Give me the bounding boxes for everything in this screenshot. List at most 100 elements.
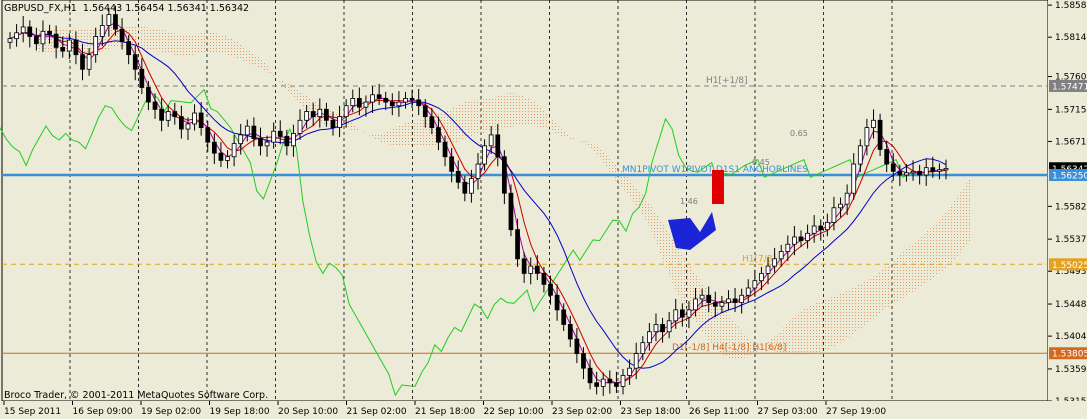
bear-candle [429, 116, 435, 128]
bull-candle [225, 156, 230, 161]
bear-candle [732, 298, 738, 303]
bear-candle [607, 378, 613, 384]
pattern-block-red [712, 170, 724, 204]
y-tick-label: 1.55820 [1055, 202, 1087, 212]
bull-candle [403, 98, 408, 103]
bull-candle [14, 32, 19, 40]
bear-candle [159, 108, 164, 121]
chart-title-bar: GBPUSD_FX,H1 1.56443 1.56454 1.56341 1.5… [4, 3, 249, 14]
bear-candle [73, 39, 79, 56]
y-tick-label: 1.58140 [1055, 33, 1087, 43]
bear-candle [706, 294, 712, 303]
bull-candle [857, 145, 863, 165]
bull-candle [772, 258, 777, 267]
bear-candle [172, 111, 178, 118]
bear-candle [581, 353, 586, 369]
bull-candle [185, 123, 191, 130]
bull-candle [831, 207, 837, 223]
y-tick-label: 1.53590 [1055, 365, 1087, 375]
bear-candle [416, 99, 422, 107]
bull-candle [871, 119, 876, 128]
bull-candle [653, 324, 659, 333]
bear-candle [502, 156, 507, 194]
bear-candle [80, 54, 85, 70]
bear-candle [554, 294, 560, 311]
bull-candle [778, 251, 784, 260]
level-price-label: 1.56250 [1052, 171, 1087, 181]
bear-candle [251, 125, 257, 139]
x-tick-label: 19 Sep 18:00 [210, 407, 270, 417]
bull-candle [752, 280, 758, 289]
x-tick-label: 27 Sep 03:00 [758, 407, 818, 417]
fib-label: 0.45 [752, 158, 770, 167]
chart-title: GBPUSD_FX,H1 [4, 3, 77, 14]
bear-candle [211, 141, 217, 154]
bull-candle [785, 243, 791, 252]
bear-candle [877, 119, 883, 150]
x-tick-label: 19 Sep 02:00 [141, 407, 201, 417]
x-tick-label: 21 Sep 18:00 [415, 407, 475, 417]
bull-candle [93, 36, 99, 56]
bear-candle [409, 98, 415, 101]
bear-candle [376, 94, 382, 99]
bear-candle [930, 167, 936, 172]
x-tick-label: 23 Sep 18:00 [621, 407, 681, 417]
bear-candle [152, 101, 158, 110]
bear-candle [126, 41, 132, 56]
bear-candle [660, 324, 665, 333]
bear-candle [534, 265, 540, 274]
bear-candle [356, 98, 362, 108]
bull-candle [66, 39, 72, 52]
bear-candle [34, 36, 39, 45]
bull-candle [838, 203, 843, 209]
bear-candle [60, 46, 66, 52]
bear-candle [917, 170, 922, 176]
bear-candle [389, 101, 395, 107]
bull-candle [600, 378, 606, 387]
bull-candle [739, 294, 745, 303]
level-annotation: H1[7/8] [742, 254, 776, 264]
level-price-label: 1.57471 [1052, 82, 1087, 92]
bear-candle [442, 141, 448, 158]
bear-candle [258, 138, 263, 147]
bear-candle [515, 229, 520, 260]
bear-candle [146, 87, 151, 103]
bull-candle [231, 143, 237, 158]
bear-candle [198, 112, 204, 128]
fib-label: 0.65 [790, 129, 808, 138]
bear-candle [495, 134, 501, 158]
bull-candle [297, 119, 303, 134]
bull-candle [910, 170, 916, 174]
bull-candle [864, 127, 870, 147]
bear-candle [139, 68, 145, 88]
level-price-label: 1.55025 [1052, 261, 1087, 271]
bull-candle [673, 309, 679, 322]
bear-candle [884, 149, 890, 165]
bull-candle [693, 298, 698, 311]
x-tick-label: 22 Sep 10:00 [484, 407, 544, 417]
bull-candle [165, 111, 171, 121]
bull-candle [192, 112, 197, 125]
bear-candle [47, 30, 52, 35]
bear-candle [27, 26, 33, 37]
y-tick-label: 1.56710 [1055, 137, 1087, 147]
y-tick-label: 1.54480 [1055, 300, 1087, 310]
bull-candle [291, 133, 296, 147]
bear-candle [449, 156, 454, 172]
y-tick-label: 1.54040 [1055, 332, 1087, 342]
bull-candle [99, 25, 105, 37]
x-tick-label: 23 Sep 02:00 [552, 407, 612, 417]
bear-candle [890, 163, 896, 172]
bear-candle [330, 119, 336, 128]
bull-candle [271, 130, 277, 143]
bull-candle [337, 116, 342, 128]
x-tick-label: 21 Sep 02:00 [347, 407, 407, 417]
bull-candle [759, 273, 764, 282]
bear-candle [383, 98, 389, 103]
bull-candle [792, 236, 797, 245]
bull-candle [686, 309, 692, 318]
bear-candle [462, 181, 468, 194]
bear-candle [508, 192, 514, 231]
bear-candle [541, 273, 547, 285]
bear-candle [422, 105, 428, 118]
